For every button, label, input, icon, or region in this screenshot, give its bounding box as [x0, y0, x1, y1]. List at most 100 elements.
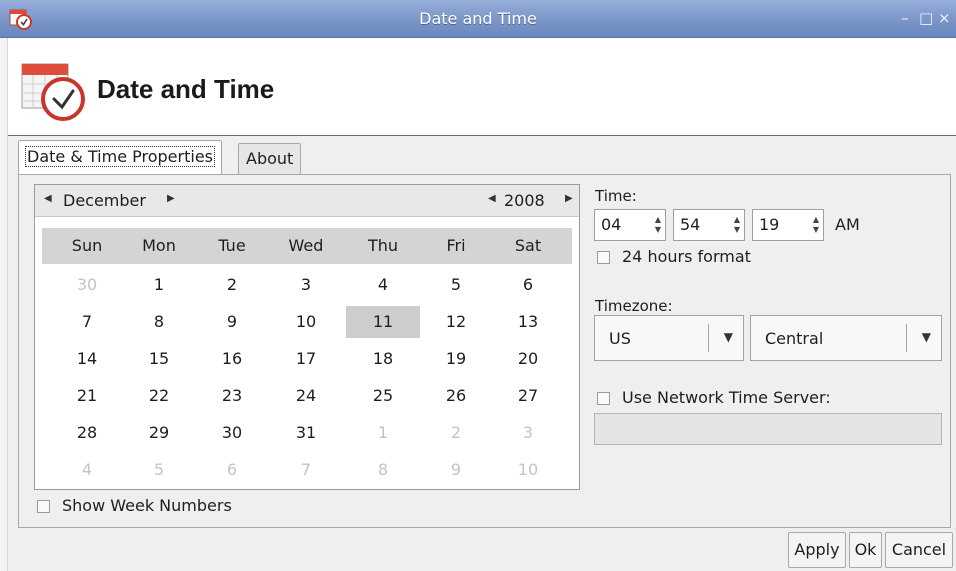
calendar-day[interactable]: 14	[57, 343, 117, 375]
calendar-day[interactable]: 7	[276, 454, 336, 486]
window-frame	[0, 38, 8, 571]
calendar-day[interactable]: 27	[498, 380, 558, 412]
network-time-server-label: Use Network Time Server:	[622, 388, 831, 407]
calendar-day[interactable]: 6	[498, 269, 558, 301]
calendar-day[interactable]: 9	[202, 306, 262, 338]
weekday-header-thu: Thu	[367, 236, 399, 255]
combo-separator	[708, 324, 709, 352]
calendar-day[interactable]: 5	[426, 269, 486, 301]
weekday-header-mon: Mon	[142, 236, 176, 255]
title-bar[interactable]: Date and Time – □ ×	[0, 0, 956, 38]
calendar-day[interactable]: 1	[353, 417, 413, 449]
next-month-arrow-icon[interactable]: ▶	[167, 193, 175, 204]
timezone-region-select[interactable]: US ▼	[594, 315, 744, 361]
calendar-day[interactable]: 8	[353, 454, 413, 486]
calendar-day[interactable]: 17	[276, 343, 336, 375]
calendar-day[interactable]: 8	[129, 306, 189, 338]
network-time-server-checkbox[interactable]	[597, 392, 610, 405]
seconds-spinbox[interactable]: 19 ▲ ▼	[752, 209, 824, 241]
calendar-day[interactable]: 30	[202, 417, 262, 449]
calendar-day-selected[interactable]: 11	[346, 306, 420, 338]
calendar-day[interactable]: 13	[498, 306, 558, 338]
month-label: December	[63, 191, 146, 210]
calendar-day[interactable]: 26	[426, 380, 486, 412]
prev-month-arrow-icon[interactable]: ◀	[44, 193, 52, 204]
hours-spinbox[interactable]: 04 ▲ ▼	[594, 209, 666, 241]
year-label: 2008	[504, 191, 545, 210]
timezone-label: Timezone:	[595, 297, 673, 315]
calendar-day[interactable]: 1	[129, 269, 189, 301]
tab-label: Date & Time Properties	[25, 146, 215, 167]
calendar-day[interactable]: 16	[202, 343, 262, 375]
calendar-day[interactable]: 29	[129, 417, 189, 449]
calendar-day[interactable]: 2	[426, 417, 486, 449]
window-title: Date and Time	[419, 9, 537, 28]
calendar-day[interactable]: 28	[57, 417, 117, 449]
timezone-zone-select[interactable]: Central ▼	[750, 315, 942, 361]
calendar-day[interactable]: 4	[353, 269, 413, 301]
calendar-day[interactable]: 19	[426, 343, 486, 375]
maximize-button[interactable]: □	[919, 9, 933, 27]
calendar-day[interactable]: 25	[353, 380, 413, 412]
header: Date and Time	[8, 38, 956, 136]
combo-separator	[906, 324, 907, 352]
calendar-clock-icon	[21, 63, 85, 121]
calendar-day[interactable]: 18	[353, 343, 413, 375]
calendar-day[interactable]: 3	[276, 269, 336, 301]
spin-arrows-icon[interactable]: ▲ ▼	[653, 215, 663, 235]
show-week-numbers-checkbox[interactable]	[37, 500, 50, 513]
calendar-day[interactable]: 24	[276, 380, 336, 412]
calendar-day[interactable]: 15	[129, 343, 189, 375]
calendar-day[interactable]: 6	[202, 454, 262, 486]
calendar-day[interactable]: 9	[426, 454, 486, 486]
calendar-day[interactable]: 4	[57, 454, 117, 486]
dropdown-arrow-icon[interactable]: ▼	[922, 330, 931, 344]
calendar-day[interactable]: 23	[202, 380, 262, 412]
calendar-day[interactable]: 21	[57, 380, 117, 412]
weekday-header-sun: Sun	[71, 236, 103, 255]
calendar-day[interactable]: 31	[276, 417, 336, 449]
calendar-day[interactable]: 20	[498, 343, 558, 375]
tab-about[interactable]: About	[238, 143, 302, 175]
ampm-label: AM	[835, 215, 860, 234]
next-year-arrow-icon[interactable]: ▶	[565, 193, 573, 204]
weekday-header-sat: Sat	[514, 236, 542, 255]
weekday-header-tue: Tue	[218, 236, 246, 255]
calendar-day[interactable]: 7	[57, 306, 117, 338]
calendar-day[interactable]: 12	[426, 306, 486, 338]
spin-arrows-icon[interactable]: ▲ ▼	[732, 215, 742, 235]
calendar-day[interactable]: 5	[129, 454, 189, 486]
timezone-region-value: US	[609, 329, 631, 348]
calendar[interactable]: ◀ December ▶ ◀ 2008 ▶ Sun Mon Tue Wed Thu Fri…	[34, 184, 580, 490]
apply-button[interactable]: Apply	[788, 532, 846, 568]
calendar-day[interactable]: 2	[202, 269, 262, 301]
format-24h-label: 24 hours format	[622, 247, 751, 266]
minutes-value: 54	[680, 215, 701, 234]
calendar-day[interactable]: 10	[276, 306, 336, 338]
time-label: Time:	[595, 187, 637, 205]
network-time-server-input[interactable]	[594, 413, 942, 445]
minutes-spinbox[interactable]: 54 ▲ ▼	[673, 209, 745, 241]
tab-label: About	[246, 149, 294, 168]
format-24h-checkbox[interactable]	[597, 251, 610, 264]
close-button[interactable]: ×	[938, 9, 951, 27]
ok-button[interactable]: Ok	[849, 532, 882, 568]
hours-value: 04	[601, 215, 622, 234]
show-week-numbers-label: Show Week Numbers	[62, 496, 232, 515]
tab-date-time-properties[interactable]: Date & Time Properties	[18, 140, 222, 175]
seconds-value: 19	[759, 215, 780, 234]
cancel-button[interactable]: Cancel	[885, 532, 953, 568]
calendar-day[interactable]: 30	[57, 269, 117, 301]
calendar-navigation: ◀ December ▶ ◀ 2008 ▶	[35, 185, 579, 217]
dropdown-arrow-icon[interactable]: ▼	[724, 330, 733, 344]
weekday-header: Sun Mon Tue Wed Thu Fri Sat	[42, 228, 572, 264]
prev-year-arrow-icon[interactable]: ◀	[488, 193, 496, 204]
timezone-zone-value: Central	[765, 329, 824, 348]
page-title: Date and Time	[97, 74, 275, 104]
minimize-button[interactable]: –	[901, 9, 909, 27]
calendar-day[interactable]: 10	[498, 454, 558, 486]
weekday-header-wed: Wed	[288, 236, 324, 255]
calendar-day[interactable]: 3	[498, 417, 558, 449]
calendar-day[interactable]: 22	[129, 380, 189, 412]
spin-arrows-icon[interactable]: ▲ ▼	[811, 215, 821, 235]
